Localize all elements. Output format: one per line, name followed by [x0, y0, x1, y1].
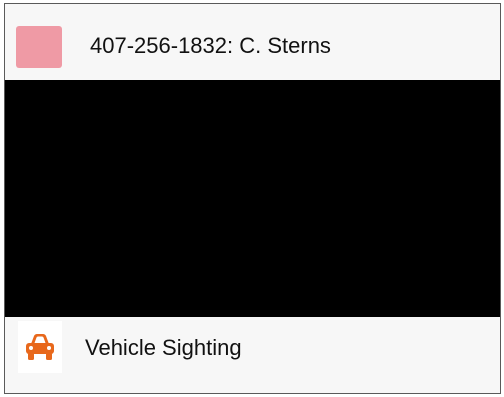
media-preview[interactable] [5, 80, 500, 317]
event-type-label: Vehicle Sighting [85, 335, 242, 360]
event-card[interactable]: 407-256-1832: C. Sterns Vehicle Sighting [4, 3, 501, 394]
contact-title: 407-256-1832: C. Sterns [90, 33, 331, 58]
color-swatch [16, 26, 62, 68]
card-footer: Vehicle Sighting [5, 317, 500, 377]
category-icon-box [18, 321, 62, 373]
car-icon [26, 334, 54, 360]
card-header: 407-256-1832: C. Sterns [5, 4, 500, 80]
